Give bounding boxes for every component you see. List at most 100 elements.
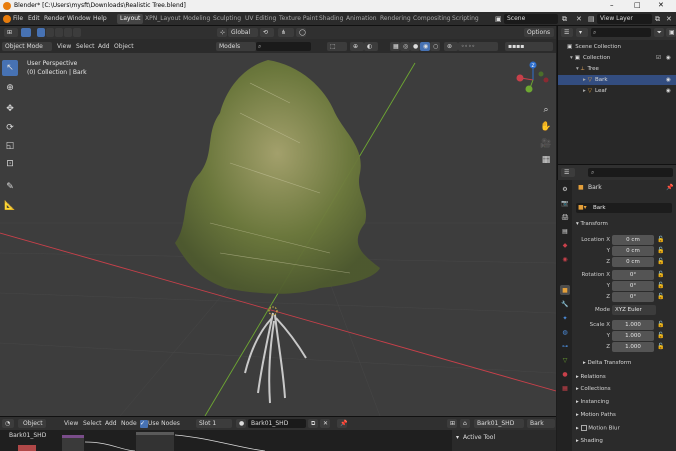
shader-type-dropdown[interactable]: Object: [18, 419, 46, 428]
menu-window[interactable]: Window: [67, 15, 91, 22]
tab-texture-paint[interactable]: Texture Paint: [276, 14, 321, 24]
menu-file[interactable]: File: [13, 15, 23, 22]
new-collection-icon[interactable]: ▣: [666, 28, 676, 37]
material-browse-icon[interactable]: ●: [236, 419, 246, 428]
gizmo-x-axis[interactable]: [516, 74, 524, 82]
viewport-menu-select[interactable]: Select: [76, 43, 95, 50]
location-y-field[interactable]: 0 cm: [612, 246, 654, 256]
tab-uv-editing[interactable]: UV Editing: [242, 14, 279, 24]
outliner-collection[interactable]: ▾ ▣ Collection ☑ ◉: [558, 53, 676, 63]
menu-render[interactable]: Render: [44, 15, 65, 22]
menu-edit[interactable]: Edit: [28, 15, 40, 22]
tab-shading[interactable]: Shading: [316, 14, 346, 24]
snap-icon[interactable]: ⋔: [278, 28, 294, 37]
expand-icon[interactable]: ▸: [583, 77, 586, 83]
material-pin-icon[interactable]: 📌: [337, 419, 347, 428]
rotate-tool[interactable]: ⟳: [2, 120, 18, 136]
motion-blur-section[interactable]: ▸ Motion Blur: [576, 425, 620, 432]
proportional-icon[interactable]: ◯: [296, 28, 306, 37]
node-menu-view[interactable]: View: [64, 420, 78, 427]
output-tab-icon[interactable]: 🖨: [560, 212, 570, 222]
zoom-icon[interactable]: ⌕: [539, 103, 553, 117]
view-layer-selector[interactable]: View Layer: [597, 14, 652, 24]
node-snap-icon[interactable]: ⊞: [447, 419, 457, 428]
lock-icon[interactable]: 🔓: [657, 236, 665, 244]
lock-icon[interactable]: 🔓: [657, 282, 665, 290]
render-tab-icon[interactable]: 📷: [560, 198, 570, 208]
tab-rendering[interactable]: Rendering: [377, 14, 414, 24]
tab-xpn-layout[interactable]: XPN_Layout: [142, 14, 184, 24]
shading-section[interactable]: ▸ Shading: [576, 438, 603, 444]
measure-tool[interactable]: 📐: [2, 198, 18, 214]
constraints-tab-icon[interactable]: ⊶: [560, 341, 570, 351]
texture-tab-icon[interactable]: ▦: [560, 383, 570, 393]
collapse-icon[interactable]: ▾: [456, 434, 459, 441]
viewport-menu-add[interactable]: Add: [98, 43, 110, 50]
outliner-scene-collection[interactable]: ▣ Scene Collection: [558, 42, 676, 52]
select-mode-extend-button[interactable]: [46, 28, 54, 37]
particles-tab-icon[interactable]: ✦: [560, 313, 570, 323]
delta-transform-section[interactable]: ▸ Delta Transform: [583, 360, 631, 366]
navigation-gizmo[interactable]: Z: [510, 58, 556, 98]
pin-icon[interactable]: 📌: [666, 184, 673, 191]
gizmo-toggle[interactable]: ⊕: [350, 42, 364, 51]
material-users-icon[interactable]: ⧉: [308, 419, 318, 428]
world-tab-icon[interactable]: ◉: [560, 254, 570, 264]
tab-compositing[interactable]: Compositing: [410, 14, 454, 24]
node-menu-node[interactable]: Node: [121, 420, 137, 427]
transform-tool[interactable]: ⊡: [2, 156, 18, 172]
orientation-icon[interactable]: ⊹: [217, 28, 227, 37]
move-tool[interactable]: ✥: [2, 101, 18, 117]
tab-scripting[interactable]: Scripting: [449, 14, 482, 24]
outliner-editor-type[interactable]: ☰: [561, 28, 573, 37]
camera-view-icon[interactable]: 🎥: [539, 137, 553, 151]
scale-y-field[interactable]: 1.000: [612, 331, 654, 341]
expand-icon[interactable]: ▾: [576, 66, 579, 72]
outliner-bark[interactable]: ▸ ▽ Bark ◉: [558, 75, 676, 85]
rotation-x-field[interactable]: 0°: [612, 270, 654, 280]
eye-icon[interactable]: ◉: [666, 55, 671, 61]
motion-paths-section[interactable]: ▸ Motion Paths: [576, 412, 616, 418]
lock-icon[interactable]: 🔓: [657, 343, 665, 351]
expand-icon[interactable]: ▸: [583, 88, 586, 94]
blender-menu-icon[interactable]: [3, 15, 11, 23]
collections-section[interactable]: ▸ Collections: [576, 386, 611, 392]
expand-icon[interactable]: ▾: [570, 55, 573, 61]
pan-hand-icon[interactable]: ✋: [539, 120, 553, 134]
orientation-dropdown[interactable]: Global: [228, 28, 258, 37]
cursor-tool[interactable]: ⊕: [2, 80, 18, 96]
tab-animation[interactable]: Animation: [343, 14, 380, 24]
lock-icon[interactable]: 🔓: [657, 258, 665, 266]
3d-viewport[interactable]: [0, 53, 556, 416]
select-tool-button[interactable]: [21, 28, 31, 37]
annotate-tool[interactable]: ✎: [2, 179, 18, 195]
scale-x-field[interactable]: 1.000: [612, 320, 654, 330]
node-overlay-icon[interactable]: ⌂: [460, 419, 470, 428]
location-x-field[interactable]: 0 cm: [612, 235, 654, 245]
relations-section[interactable]: ▸ Relations: [576, 374, 606, 380]
select-box-tool[interactable]: ↖: [2, 60, 18, 76]
tab-sculpting[interactable]: Sculpting: [210, 14, 244, 24]
select-mode-new-button[interactable]: [37, 28, 45, 37]
viewport-menu-object[interactable]: Object: [114, 43, 134, 50]
lock-icon[interactable]: 🔓: [657, 293, 665, 301]
lock-icon[interactable]: 🔓: [657, 321, 665, 329]
models-dropdown[interactable]: Models: [216, 42, 256, 51]
menu-help[interactable]: Help: [93, 15, 107, 22]
eye-icon[interactable]: ◉: [666, 88, 671, 94]
select-mode-intersect-button[interactable]: [73, 28, 81, 37]
rotation-z-field[interactable]: 0°: [612, 292, 654, 302]
outliner-filter-icon[interactable]: ⏷: [654, 28, 664, 37]
material-tab-icon[interactable]: ●: [560, 369, 570, 379]
node-editor-type[interactable]: ◔: [2, 419, 14, 428]
rotation-mode-dropdown[interactable]: XYZ Euler: [612, 305, 656, 315]
object-tab-icon[interactable]: ■: [560, 285, 570, 295]
view-layer-close-icon[interactable]: ✕: [666, 15, 674, 23]
maximize-icon[interactable]: □: [634, 1, 641, 9]
motion-blur-checkbox[interactable]: [580, 425, 587, 431]
visibility-filters[interactable]: ◦◦◦◦: [458, 42, 498, 51]
shading-wireframe[interactable]: ◎: [400, 42, 410, 51]
scale-tool[interactable]: ◱: [2, 138, 18, 154]
physics-tab-icon[interactable]: ◍: [560, 327, 570, 337]
eye-icon[interactable]: ◉: [666, 77, 671, 83]
